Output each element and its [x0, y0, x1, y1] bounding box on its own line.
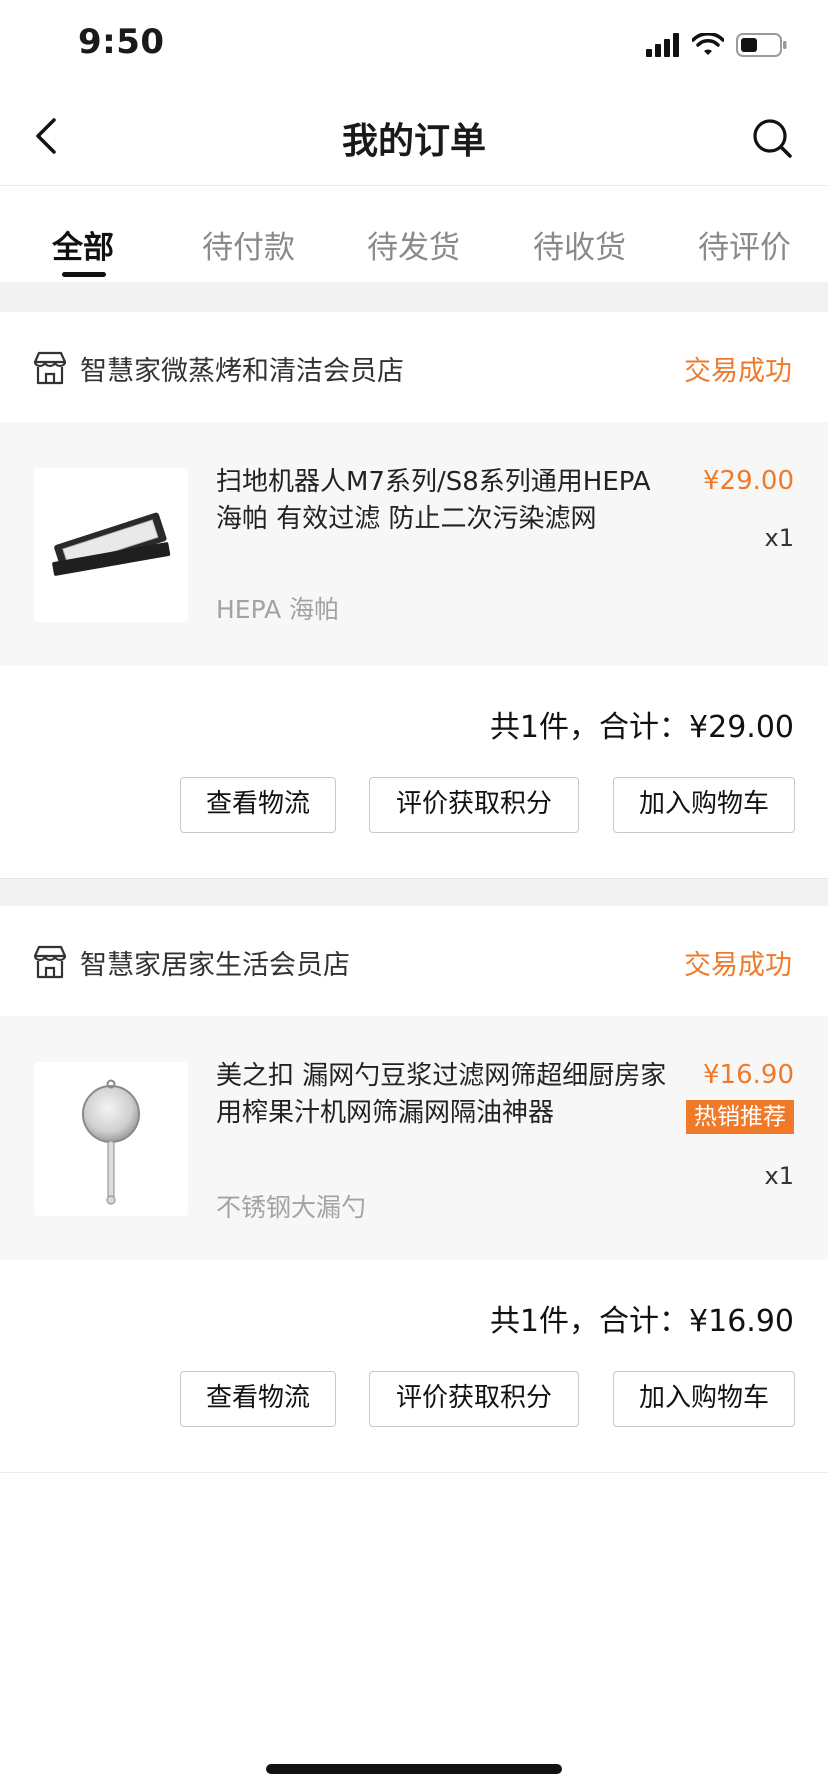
review-points-button[interactable]: 评价获取积分	[369, 1371, 579, 1427]
store-icon	[33, 945, 67, 979]
order-status: 交易成功	[684, 356, 792, 387]
status-time: 9:50	[78, 22, 165, 62]
order-item[interactable]: 扫地机器人M7系列/S8系列通用HEPA 海帕 有效过滤 防止二次污染滤网 HE…	[0, 422, 828, 666]
section-gap	[0, 878, 828, 907]
order-total: 共1件，合计：¥16.90	[489, 1304, 794, 1339]
view-logistics-button[interactable]: 查看物流	[180, 1371, 336, 1427]
product-qty: x1	[764, 1162, 794, 1190]
home-indicator	[266, 1764, 562, 1774]
hot-sale-badge: 热销推荐	[686, 1100, 794, 1134]
product-title[interactable]: 美之扣 漏网勺豆浆过滤网筛超细厨房家用榨果汁机网筛漏网隔油神器	[216, 1058, 676, 1132]
battery-icon	[736, 33, 787, 57]
view-logistics-button[interactable]: 查看物流	[180, 777, 336, 833]
order-card: 智慧家微蒸烤和清洁会员店 交易成功 扫地机器人M7系列/S8系列通用HEPA 海…	[0, 312, 828, 878]
product-thumbnail[interactable]	[34, 1062, 188, 1216]
order-total: 共1件，合计：¥29.00	[489, 710, 794, 745]
hepa-filter-image	[52, 512, 171, 576]
product-title[interactable]: 扫地机器人M7系列/S8系列通用HEPA 海帕 有效过滤 防止二次污染滤网	[216, 464, 676, 538]
add-to-cart-button[interactable]: 加入购物车	[613, 777, 795, 833]
tab-pending-shipment[interactable]: 待发货	[367, 222, 460, 267]
order-status: 交易成功	[684, 950, 792, 981]
product-spec: HEPA 海帕	[216, 595, 340, 624]
wifi-icon	[692, 33, 724, 55]
tab-pending-receipt[interactable]: 待收货	[533, 222, 626, 267]
page-title: 我的订单	[341, 121, 486, 162]
strainer-image	[82, 1079, 140, 1205]
store-icon	[33, 351, 67, 385]
product-price: ¥29.00	[703, 466, 794, 496]
store-row[interactable]: 智慧家居家生活会员店 交易成功	[0, 906, 828, 1016]
product-thumbnail[interactable]	[34, 468, 188, 622]
section-gap	[0, 282, 828, 312]
store-name[interactable]: 智慧家居家生活会员店	[80, 943, 350, 982]
status-icons	[646, 30, 788, 60]
add-to-cart-button[interactable]: 加入购物车	[613, 1371, 795, 1427]
signal-icon	[646, 33, 679, 57]
tab-active-underline	[62, 272, 106, 277]
tab-pending-review[interactable]: 待评价	[698, 222, 791, 267]
product-qty: x1	[764, 524, 794, 552]
order-tabs: 全部 待付款 待发货 待收货 待评价	[0, 186, 828, 282]
search-icon[interactable]	[750, 116, 794, 160]
tab-pending-payment[interactable]: 待付款	[202, 222, 295, 267]
store-name[interactable]: 智慧家微蒸烤和清洁会员店	[80, 349, 404, 388]
product-spec: 不锈钢大漏勺	[216, 1193, 367, 1222]
order-item[interactable]: 美之扣 漏网勺豆浆过滤网筛超细厨房家用榨果汁机网筛漏网隔油神器 不锈钢大漏勺 ¥…	[0, 1016, 828, 1260]
review-points-button[interactable]: 评价获取积分	[369, 777, 579, 833]
product-price: ¥16.90	[703, 1060, 794, 1090]
order-card: 智慧家居家生活会员店 交易成功 美之扣 漏网勺豆浆过滤网筛超细厨房家用榨果汁机网…	[0, 906, 828, 1473]
store-row[interactable]: 智慧家微蒸烤和清洁会员店 交易成功	[0, 312, 828, 422]
tab-all[interactable]: 全部	[52, 222, 114, 267]
